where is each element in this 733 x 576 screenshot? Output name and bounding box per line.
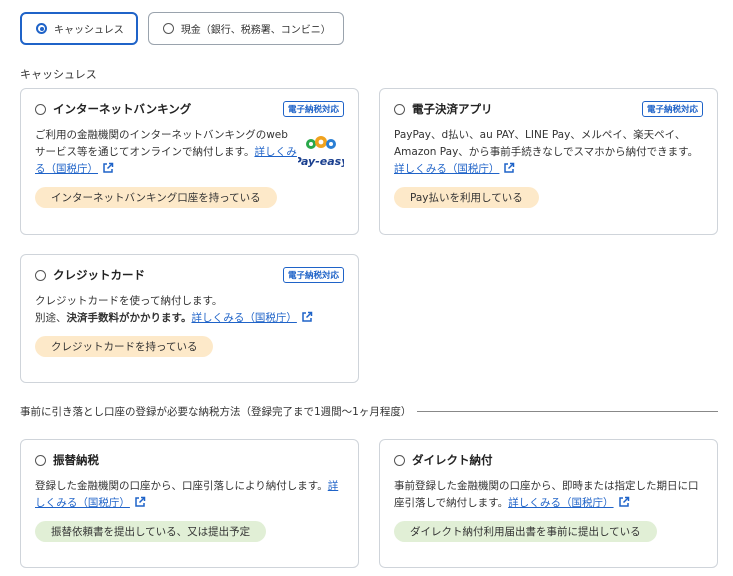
divider-label: 事前に引き落とし口座の登録が必要な納税方法（登録完了まで1週間〜1ヶ月程度） [20,406,412,418]
status-badge: 電子納税対応 [282,101,344,117]
radio-icon[interactable] [394,103,405,115]
external-link-icon[interactable] [301,311,313,323]
card-desc-text: 登録した金融機関の口座から、口座引落しにより納付します。 [35,480,328,492]
condition-pill: クレジットカードを持っている [35,336,214,357]
card-description: クレジットカードを使って納付します。 別途、決済手数料がかかります。詳しくみる（… [35,293,344,327]
card-description: 事前登録した金融機関の口座から、即時または指定した期日に口座引落しで納付します。… [394,478,703,512]
card-desc-text: PayPay、d払い、au PAY、LINE Pay、メルペイ、楽天ペイ、 Am… [394,129,699,158]
segment-cashless-label: キャッシュレス [54,25,124,36]
card-description: ご利用の金融機関のインターネットバンキングのwebサービス等を通じてオンラインで… [35,127,297,178]
pay-easy-logo: Pay-easy [298,136,344,168]
radio-icon[interactable] [394,454,405,466]
card-desc-text: ご利用の金融機関のインターネットバンキングのwebサービス等を通じてオンラインで… [35,129,288,158]
fee-notice: 決済手数料がかかります。 [66,312,192,324]
card-desc-text: クレジットカードを使って納付します。 [35,295,223,307]
condition-pill: Pay払いを利用している [394,187,539,208]
section-divider: 事前に引き落とし口座の登録が必要な納税方法（登録完了まで1週間〜1ヶ月程度） [20,404,718,419]
payment-type-segment: キャッシュレス 現金（銀行、税務署、コンビニ） [20,12,344,45]
details-link[interactable]: 詳しくみる（国税庁） [191,312,296,324]
external-link-icon[interactable] [134,496,146,508]
card-title: インターネットバンキング [53,102,192,116]
section-title-cashless: キャッシュレス [20,68,97,81]
condition-pill: インターネットバンキング口座を持っている [35,187,277,208]
details-link[interactable]: 詳しくみる（国税庁） [508,497,613,509]
radio-icon[interactable] [35,454,46,466]
card-direct-payment[interactable]: ダイレクト納付 事前登録した金融機関の口座から、即時または指定した期日に口座引落… [379,439,718,568]
card-description: PayPay、d払い、au PAY、LINE Pay、メルペイ、楽天ペイ、 Am… [394,127,703,178]
card-description: 登録した金融機関の口座から、口座引落しにより納付します。詳しくみる（国税庁） [35,478,344,512]
status-badge: 電子納税対応 [641,101,703,117]
card-title: 電子決済アプリ [412,102,493,116]
condition-pill: ダイレクト納付利用届出書を事前に提出している [394,521,657,542]
status-badge: 電子納税対応 [282,267,344,283]
card-desc-text: 別途、 [35,312,67,324]
card-title: クレジットカード [53,268,145,282]
card-furikae[interactable]: 振替納税 登録した金融機関の口座から、口座引落しにより納付します。詳しくみる（国… [20,439,359,568]
radio-icon [162,23,174,34]
divider-line [417,411,718,412]
condition-pill: 振替依頼書を提出している、又は提出予定 [35,521,267,542]
radio-icon[interactable] [35,103,46,115]
card-title: 振替納税 [53,453,99,467]
svg-text:Pay-easy: Pay-easy [298,155,344,168]
external-link-icon[interactable] [503,162,515,174]
card-internet-banking[interactable]: インターネットバンキング 電子納税対応 ご利用の金融機関のインターネットバンキン… [20,88,359,235]
segment-cashless[interactable]: キャッシュレス [20,12,138,45]
external-link-icon[interactable] [618,496,630,508]
external-link-icon[interactable] [102,162,114,174]
segment-cash-label: 現金（銀行、税務署、コンビニ） [180,25,331,36]
details-link[interactable]: 詳しくみる（国税庁） [394,163,499,175]
radio-icon [36,23,47,34]
card-title: ダイレクト納付 [412,453,493,467]
radio-icon[interactable] [35,269,46,281]
card-payment-app[interactable]: 電子決済アプリ 電子納税対応 PayPay、d払い、au PAY、LINE Pa… [379,88,718,235]
segment-cash[interactable]: 現金（銀行、税務署、コンビニ） [147,12,344,45]
card-credit-card[interactable]: クレジットカード 電子納税対応 クレジットカードを使って納付します。 別途、決済… [20,254,359,383]
